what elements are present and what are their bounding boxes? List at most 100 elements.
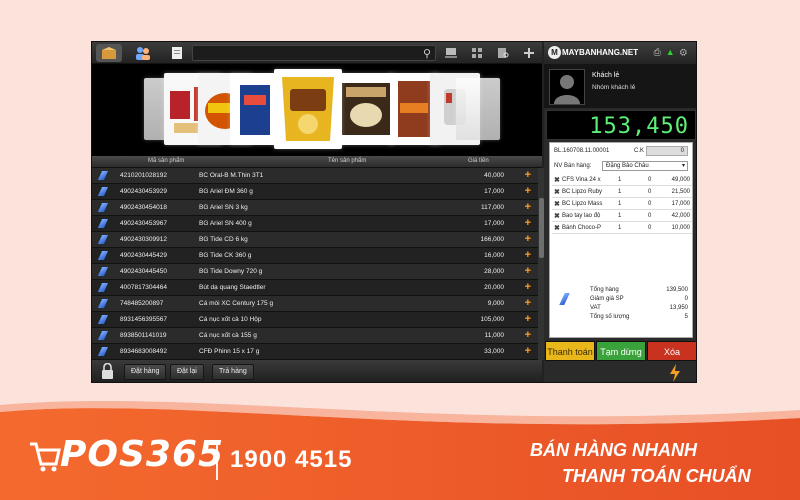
cell-code: 4902430445450 <box>120 268 167 275</box>
edit-icon[interactable] <box>97 235 109 244</box>
edit-icon[interactable] <box>97 347 109 356</box>
edit-icon[interactable] <box>97 267 109 276</box>
table-row[interactable]: 4007817304464 Bút dạ quang Staedtler 20,00… <box>92 280 538 296</box>
edit-icon[interactable] <box>97 299 109 308</box>
product-image[interactable] <box>230 73 280 145</box>
remove-item-icon[interactable]: ✖ <box>554 176 560 184</box>
table-row[interactable]: 4902430445429 BG Tide CK 360 g 16,000 + <box>92 248 538 264</box>
edit-icon[interactable] <box>97 219 109 228</box>
pay-button[interactable]: Thanh toán <box>545 341 595 361</box>
remove-item-icon[interactable]: ✖ <box>554 212 560 220</box>
brand-bar: M MAYBANHANG.NET ⎙▲⚙ <box>544 42 696 64</box>
settings-icon[interactable]: ⚙ <box>680 47 692 57</box>
cell-price: 17,000 <box>484 220 504 227</box>
add-to-cart-icon[interactable]: + <box>525 313 531 325</box>
lightning-icon[interactable] <box>669 364 681 382</box>
order-item[interactable]: ✖ CFS Vina 24 x 1 0 49,000 <box>552 174 692 186</box>
add-to-cart-icon[interactable]: + <box>525 185 531 197</box>
add-to-cart-icon[interactable]: + <box>525 169 531 181</box>
salesperson-select[interactable]: Đặng Bảo Châu <box>602 161 688 171</box>
edit-icon[interactable] <box>97 171 109 180</box>
product-image-carousel[interactable] <box>92 64 542 156</box>
cell-price: 166,000 <box>480 236 505 243</box>
cell-name: BG Tide CK 360 g <box>199 252 252 259</box>
add-to-cart-icon[interactable]: + <box>525 297 531 309</box>
order-id: BL.160708.11.00001 <box>554 148 610 154</box>
add-to-cart-icon[interactable]: + <box>525 233 531 245</box>
order-panel: M MAYBANHANG.NET ⎙▲⚙ Khách lẻ Nhóm khách … <box>544 42 696 382</box>
table-row[interactable]: 4902430453929 BG Ariel ĐM 360 g 17,000 + <box>92 184 538 200</box>
cell-name: BG Ariel SN 400 g <box>199 220 252 227</box>
edit-icon[interactable] <box>97 187 109 196</box>
item-discount: 0 <box>648 189 652 195</box>
cell-price: 33,000 <box>484 348 504 355</box>
table-row[interactable]: 4902430454018 BG Ariel SN 3 kg 117,000 + <box>92 200 538 216</box>
cell-name: CFĐ Phinn 15 x 17 g <box>199 348 260 355</box>
product-image[interactable] <box>338 73 394 145</box>
tag-search-icon[interactable] <box>490 44 516 62</box>
cell-price: 105,000 <box>480 316 505 323</box>
table-row[interactable]: 4902430453967 BG Ariel SN 400 g 17,000 + <box>92 216 538 232</box>
summary-value: 139,500 <box>666 287 688 293</box>
edit-icon[interactable] <box>97 283 109 292</box>
summary-value: 0 <box>684 296 688 302</box>
item-qty: 1 <box>618 177 622 183</box>
item-name: BC Lipzo Mass <box>562 201 603 207</box>
table-row[interactable]: 8938501141019 Cá nục xốt cà 155 g 11,000 + <box>92 328 538 344</box>
add-to-cart-icon[interactable]: + <box>525 217 531 229</box>
customer-info[interactable]: Khách lẻ Nhóm khách lẻ <box>544 64 696 108</box>
grid-view-icon[interactable] <box>464 44 490 62</box>
add-to-cart-icon[interactable]: + <box>525 249 531 261</box>
add-to-cart-icon[interactable]: + <box>525 329 531 341</box>
item-qty: 1 <box>618 189 622 195</box>
add-icon[interactable] <box>516 44 542 62</box>
product-image[interactable] <box>456 78 500 140</box>
monitor-icon[interactable] <box>438 44 464 62</box>
lock-icon[interactable] <box>101 363 114 380</box>
product-image[interactable] <box>274 69 342 149</box>
add-to-cart-icon[interactable]: + <box>525 281 531 293</box>
table-row[interactable]: 748485200897 Cá mòi XC Century 175 g 9,000… <box>92 296 538 312</box>
customer-name: Khách lẻ <box>592 72 620 79</box>
edit-icon[interactable] <box>97 203 109 212</box>
ck-input[interactable]: 0 <box>646 146 688 156</box>
add-to-cart-icon[interactable]: + <box>525 265 531 277</box>
remove-item-icon[interactable]: ✖ <box>554 224 560 232</box>
cell-price: 16,000 <box>484 252 504 259</box>
reset-button[interactable]: Đặt lại <box>170 364 204 380</box>
item-amount: 42,000 <box>671 213 690 219</box>
pause-button[interactable]: Tạm dừng <box>596 341 646 361</box>
order-item[interactable]: ✖ Bao tay lao độ 1 0 42,000 <box>552 210 692 222</box>
edit-note-icon[interactable] <box>559 293 570 305</box>
products-box-icon[interactable] <box>96 44 122 62</box>
remove-item-icon[interactable]: ✖ <box>554 188 560 196</box>
order-item[interactable]: ✖ Bánh Choco-P 1 0 10,000 <box>552 222 692 234</box>
printer-icon[interactable]: ⎙ <box>654 47 666 57</box>
order-item[interactable]: ✖ BC Lipzo Mass 1 0 17,000 <box>552 198 692 210</box>
table-row[interactable]: 4902430309912 BG Tide CD 6 kg 166,000 + <box>92 232 538 248</box>
table-row[interactable]: 8934683008492 CFĐ Phinn 15 x 17 g 33,000 + <box>92 344 538 360</box>
cell-price: 40,000 <box>484 172 504 179</box>
cell-name: Cá nục xốt cà 155 g <box>199 332 257 339</box>
edit-icon[interactable] <box>97 315 109 324</box>
return-button[interactable]: Trả hàng <box>212 364 254 380</box>
customers-icon[interactable] <box>130 44 156 62</box>
item-amount: 10,000 <box>671 225 690 231</box>
order-button[interactable]: Đặt hàng <box>124 364 167 380</box>
cell-code: 4902430454018 <box>120 204 167 211</box>
edit-icon[interactable] <box>97 331 109 340</box>
table-row[interactable]: 4210201028192 BC Oral-B M.Thin 3T1 40,000 + <box>92 168 538 184</box>
cancel-button[interactable]: Xóa <box>647 341 696 361</box>
edit-icon[interactable] <box>97 251 109 260</box>
table-row[interactable]: 4902430445450 BG Tide Downy 720 g 28,000 + <box>92 264 538 280</box>
wifi-icon: ▲ <box>665 47 680 57</box>
add-to-cart-icon[interactable]: + <box>525 345 531 357</box>
order-item[interactable]: ✖ BC Lipzo Ruby 1 0 21,500 <box>552 186 692 198</box>
search-icon[interactable]: ⚲ <box>423 47 431 60</box>
table-row[interactable]: 8931456395567 Cá nục xốt cà 10 Hộp 105,000… <box>92 312 538 328</box>
add-to-cart-icon[interactable]: + <box>525 201 531 213</box>
document-icon[interactable] <box>164 44 190 62</box>
order-summary: Tổng hàng 139,500 Giảm giá SP 0 VAT 13,950 Tổn… <box>590 287 690 323</box>
search-input[interactable]: ⚲ <box>192 45 436 61</box>
remove-item-icon[interactable]: ✖ <box>554 200 560 208</box>
